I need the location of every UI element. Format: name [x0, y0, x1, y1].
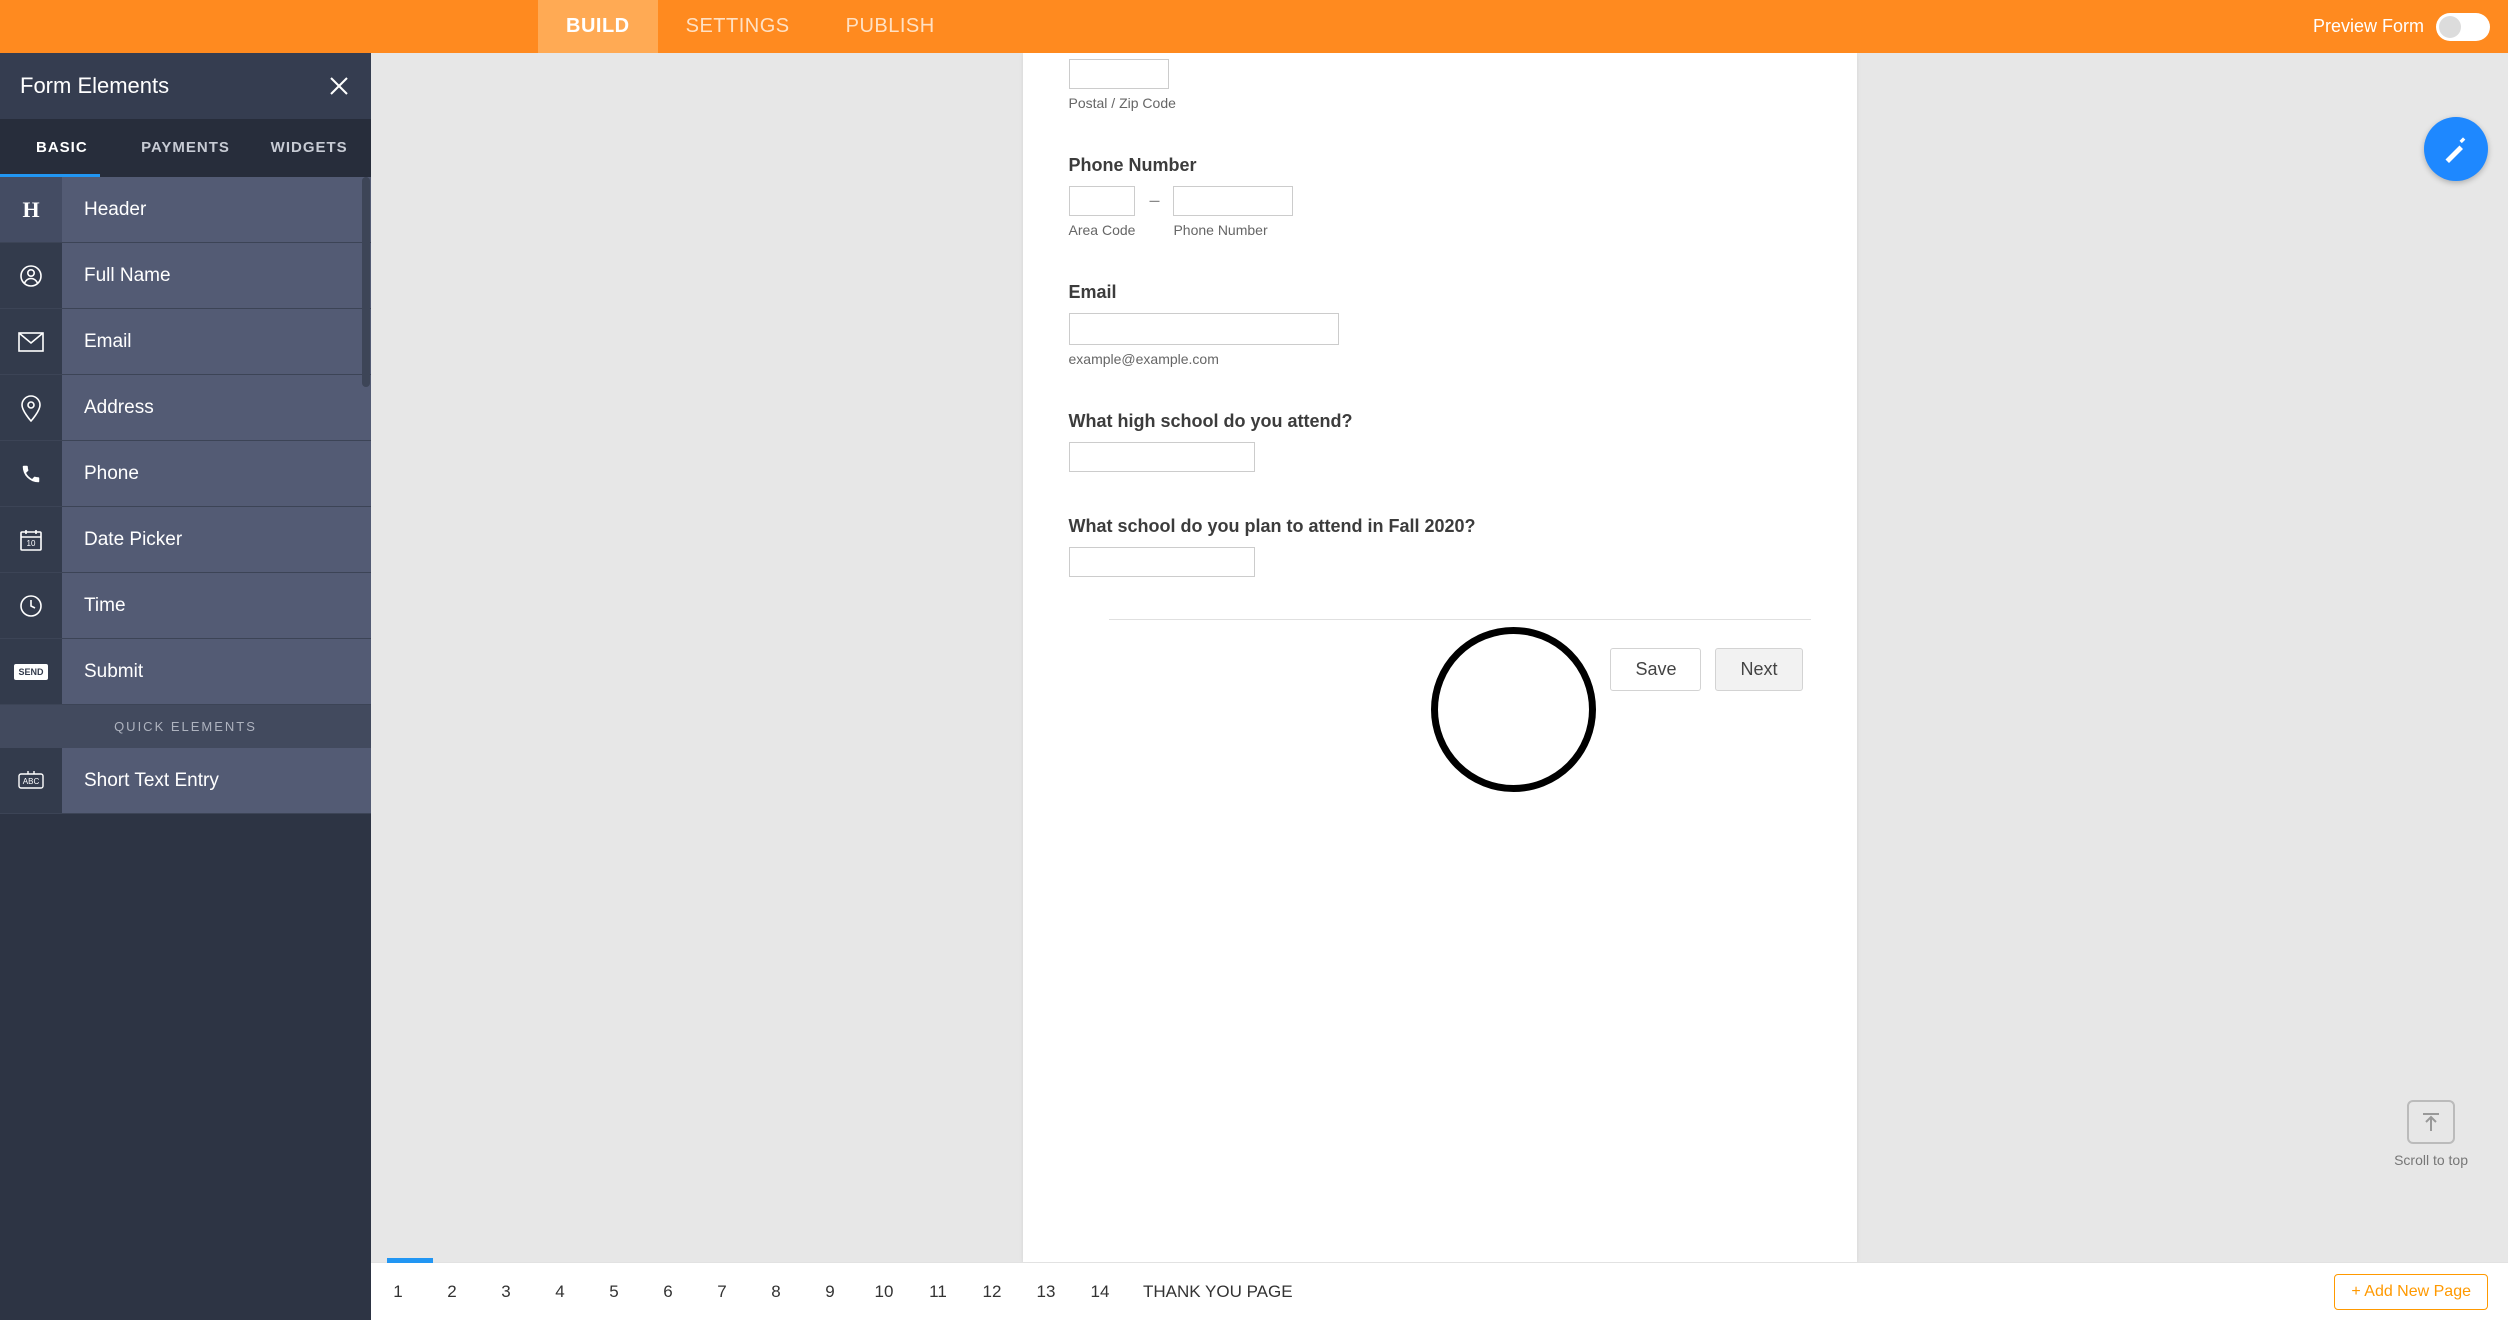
element-label: Address [62, 375, 371, 440]
next-button[interactable]: Next [1715, 648, 1802, 691]
element-label: Phone [62, 441, 371, 506]
element-label: Submit [62, 639, 371, 704]
page-4[interactable]: 4 [533, 1282, 587, 1302]
element-label: Time [62, 573, 371, 638]
subtab-widgets[interactable]: WIDGETS [247, 119, 371, 174]
element-short-text[interactable]: ABC Short Text Entry [0, 748, 371, 814]
magic-fab[interactable] [2424, 117, 2488, 181]
phone-icon [0, 441, 62, 506]
page-5[interactable]: 5 [587, 1282, 641, 1302]
page-6[interactable]: 6 [641, 1282, 695, 1302]
quick-elements-header: QUICK ELEMENTS [0, 705, 371, 748]
tab-build[interactable]: BUILD [538, 0, 658, 53]
page-11[interactable]: 11 [911, 1282, 965, 1302]
element-label: Full Name [62, 243, 371, 308]
page-12[interactable]: 12 [965, 1282, 1019, 1302]
header-icon: H [0, 177, 62, 242]
add-new-page-button[interactable]: + Add New Page [2334, 1274, 2488, 1310]
phone-number-input[interactable] [1173, 186, 1293, 216]
arrow-up-icon [2421, 1111, 2441, 1133]
page-2[interactable]: 2 [425, 1282, 479, 1302]
pager-indicator [387, 1258, 433, 1263]
scroll-to-top[interactable]: Scroll to top [2394, 1100, 2468, 1168]
element-email[interactable]: Email [0, 309, 371, 375]
svg-text:10: 10 [27, 539, 36, 548]
sidebar-header: Form Elements [0, 53, 371, 119]
page-7[interactable]: 7 [695, 1282, 749, 1302]
area-code-sublabel: Area Code [1069, 222, 1136, 238]
send-icon: SEND [0, 639, 62, 704]
element-label: Email [62, 309, 371, 374]
plan-label: What school do you plan to attend in Fal… [1069, 516, 1811, 537]
page-14[interactable]: 14 [1073, 1282, 1127, 1302]
divider [1109, 619, 1811, 620]
page-9[interactable]: 9 [803, 1282, 857, 1302]
mail-icon [0, 309, 62, 374]
element-label: Date Picker [62, 507, 371, 572]
element-phone[interactable]: Phone [0, 441, 371, 507]
highschool-label: What high school do you attend? [1069, 411, 1811, 432]
plan-input[interactable] [1069, 547, 1255, 577]
page-13[interactable]: 13 [1019, 1282, 1073, 1302]
subtab-basic[interactable]: BASIC [0, 119, 124, 174]
elements-list[interactable]: H Header Full Name Email Address [0, 177, 371, 1320]
subtab-payments[interactable]: PAYMENTS [124, 119, 248, 174]
wand-icon [2442, 135, 2470, 163]
email-label: Email [1069, 282, 1811, 303]
pager: 1 2 3 4 5 6 7 8 9 10 11 12 13 14 THANK Y… [371, 1262, 2508, 1320]
scrollbar-thumb[interactable] [362, 177, 370, 387]
calendar-icon: 10 [0, 507, 62, 572]
element-fullname[interactable]: Full Name [0, 243, 371, 309]
area-code-input[interactable] [1069, 186, 1135, 216]
page-thankyou[interactable]: THANK YOU PAGE [1127, 1282, 1309, 1302]
canvas: Postal / Zip Code Phone Number Area Code… [371, 53, 2508, 1320]
postal-input[interactable] [1069, 59, 1169, 89]
page-1[interactable]: 1 [371, 1282, 425, 1302]
dash: – [1149, 186, 1159, 211]
close-icon[interactable] [327, 74, 351, 98]
postal-sublabel: Postal / Zip Code [1069, 95, 1811, 111]
form-paper: Postal / Zip Code Phone Number Area Code… [1023, 53, 1857, 1262]
element-address[interactable]: Address [0, 375, 371, 441]
sidebar: Form Elements BASIC PAYMENTS WIDGETS H H… [0, 53, 371, 1320]
shorttext-icon: ABC [0, 748, 62, 813]
element-submit[interactable]: SEND Submit [0, 639, 371, 705]
svg-text:ABC: ABC [23, 777, 40, 786]
page-3[interactable]: 3 [479, 1282, 533, 1302]
person-icon [0, 243, 62, 308]
element-label: Short Text Entry [62, 748, 371, 813]
preview-label: Preview Form [2313, 16, 2424, 37]
phone-label: Phone Number [1069, 155, 1811, 176]
tab-publish[interactable]: PUBLISH [818, 0, 963, 53]
element-time[interactable]: Time [0, 573, 371, 639]
save-button[interactable]: Save [1610, 648, 1701, 691]
preview-form: Preview Form [2313, 0, 2508, 53]
sidebar-title: Form Elements [20, 73, 169, 99]
element-header[interactable]: H Header [0, 177, 371, 243]
tab-settings[interactable]: SETTINGS [658, 0, 818, 53]
scroll-top-label: Scroll to top [2394, 1152, 2468, 1168]
phone-number-sublabel: Phone Number [1173, 222, 1293, 238]
email-sublabel: example@example.com [1069, 351, 1811, 367]
page-8[interactable]: 8 [749, 1282, 803, 1302]
topbar: BUILD SETTINGS PUBLISH Preview Form [0, 0, 2508, 53]
email-input[interactable] [1069, 313, 1339, 345]
topbar-tabs: BUILD SETTINGS PUBLISH [538, 0, 963, 53]
preview-toggle[interactable] [2436, 13, 2490, 41]
element-datepicker[interactable]: 10 Date Picker [0, 507, 371, 573]
highschool-input[interactable] [1069, 442, 1255, 472]
element-label: Header [62, 177, 371, 242]
pin-icon [0, 375, 62, 440]
page-10[interactable]: 10 [857, 1282, 911, 1302]
sidebar-subtabs: BASIC PAYMENTS WIDGETS [0, 119, 371, 174]
clock-icon [0, 573, 62, 638]
